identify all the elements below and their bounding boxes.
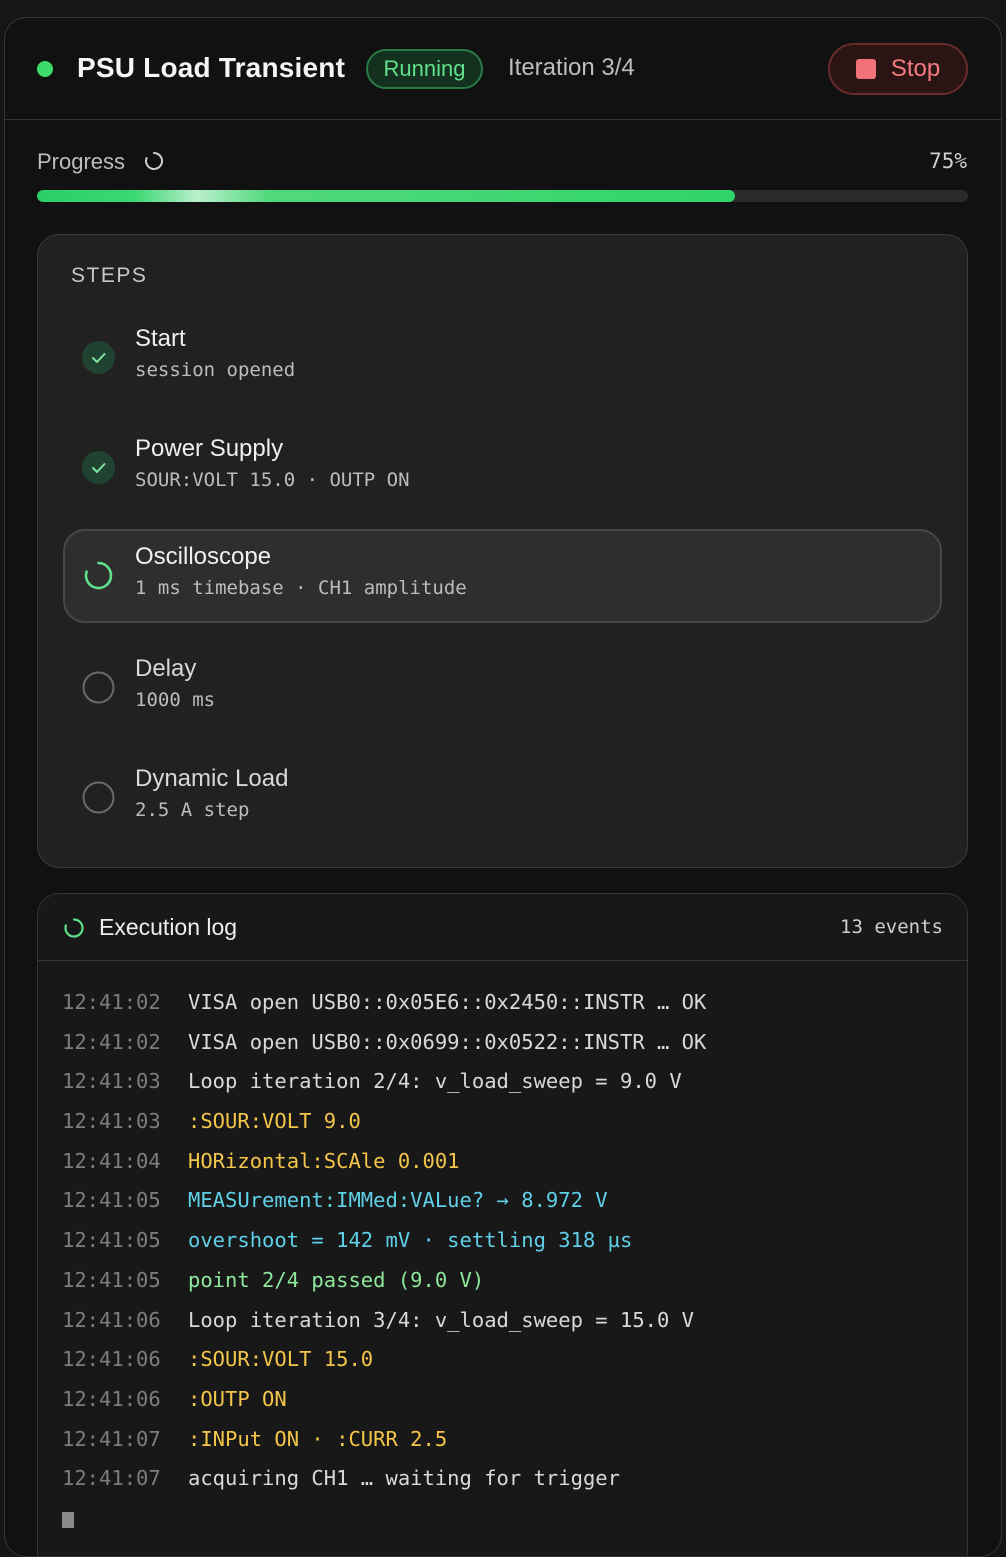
step-oscilloscope[interactable]: Oscilloscope 1 ms timebase · CH1 amplitu… — [63, 529, 942, 623]
terminal-cursor — [62, 1512, 74, 1528]
step-title: Power Supply — [135, 435, 284, 462]
step-delay[interactable]: Delay 1000 ms — [63, 641, 942, 735]
log-message: Loop iteration 2/4: v_load_sweep = 9.0 V — [188, 1069, 682, 1094]
status-dot-icon — [37, 61, 53, 77]
log-timestamp: 12:41:05 — [62, 1228, 161, 1253]
step-subtitle: SOUR:VOLT 15.0 · OUTP ON — [135, 469, 410, 491]
log-message: :INPut ON · :CURR 2.5 — [188, 1426, 448, 1451]
log-line: 12:41:06 :OUTP ON — [62, 1379, 962, 1419]
step-title: Delay — [135, 655, 197, 682]
step-title: Oscilloscope — [135, 543, 272, 570]
stop-button-label: Stop — [890, 55, 941, 82]
log-message: VISA open USB0::0x05E6::0x2450::INSTR … … — [188, 990, 707, 1014]
step-subtitle: 1000 ms — [135, 689, 216, 711]
step-dynamic-load[interactable]: Dynamic Load 2.5 A step — [63, 751, 942, 845]
check-circle-icon — [82, 451, 115, 484]
step-subtitle: 1 ms timebase · CH1 amplitude — [135, 577, 467, 599]
log-line: 12:41:05 overshoot = 142 mV · settling 31… — [62, 1220, 962, 1260]
step-power-supply[interactable]: Power Supply SOUR:VOLT 15.0 · OUTP ON — [63, 421, 942, 515]
status-badge: Running — [366, 49, 483, 89]
log-line: 12:41:06 :SOUR:VOLT 15.0 — [62, 1339, 962, 1379]
stop-button[interactable]: Stop — [828, 43, 968, 95]
log-title: Execution log — [99, 914, 238, 940]
run-header: PSU Load Transient Running Iteration 3/4… — [5, 18, 1001, 120]
progress-bar — [37, 190, 968, 202]
iteration-counter: Iteration 3/4 — [508, 54, 635, 81]
log-message: :SOUR:VOLT 15.0 — [188, 1347, 374, 1372]
log-timestamp: 12:41:02 — [62, 1029, 161, 1054]
progress-bar-fill — [37, 190, 736, 202]
log-message: VISA open USB0::0x0699::0x0522::INSTR … … — [188, 1029, 707, 1054]
progress-label: Progress — [37, 149, 126, 174]
stop-icon — [855, 59, 876, 79]
log-header: Execution log 13 events — [38, 894, 967, 961]
log-line: 12:41:05 MEASUrement:IMMed:VALue? → 8.972… — [62, 1180, 962, 1220]
log-timestamp: 12:41:04 — [62, 1148, 161, 1173]
log-line: 12:41:02 VISA open USB0::0x0699::0x0522::… — [62, 1022, 962, 1062]
log-message: acquiring CH1 … waiting for trigger — [188, 1466, 620, 1491]
step-title: Start — [135, 325, 186, 352]
log-timestamp: 12:41:02 — [62, 990, 161, 1014]
log-timestamp: 12:41:06 — [62, 1307, 161, 1332]
empty-circle-icon — [82, 671, 115, 704]
step-start[interactable]: Start session opened — [63, 311, 942, 405]
step-title: Dynamic Load — [135, 765, 289, 792]
check-circle-icon — [82, 341, 115, 374]
log-timestamp: 12:41:05 — [62, 1188, 161, 1213]
log-line: 12:41:02 VISA open USB0::0x05E6::0x2450::… — [62, 982, 962, 1022]
step-subtitle: session opened — [135, 359, 296, 381]
loading-spinner-icon — [145, 152, 163, 170]
execution-log[interactable]: Execution log 13 events 12:41:02 VISA ope… — [37, 893, 968, 1556]
log-timestamp: 12:41:03 — [62, 1109, 161, 1134]
loading-spinner-icon — [84, 561, 113, 590]
log-timestamp: 12:41:06 — [62, 1347, 161, 1372]
log-line: 12:41:03 :SOUR:VOLT 9.0 — [62, 1101, 962, 1141]
progress-percent: 75% — [929, 149, 967, 173]
log-message: point 2/4 passed (9.0 V) — [188, 1267, 485, 1292]
log-message: :OUTP ON — [188, 1386, 287, 1411]
log-line: 12:41:05 point 2/4 passed (9.0 V) — [62, 1260, 962, 1300]
run-title: PSU Load Transient — [77, 52, 346, 83]
log-line: 12:41:07 acquiring CH1 … waiting for trig… — [62, 1458, 962, 1498]
step-subtitle: 2.5 A step — [135, 799, 250, 821]
log-timestamp: 12:41:07 — [62, 1426, 161, 1451]
log-lines: 12:41:02 VISA open USB0::0x05E6::0x2450::… — [62, 982, 962, 1498]
log-timestamp: 12:41:05 — [62, 1267, 161, 1292]
log-line: 12:41:04 HORizontal:SCAle 0.001 — [62, 1141, 962, 1181]
log-message: :SOUR:VOLT 9.0 — [188, 1109, 361, 1134]
loading-spinner-icon — [64, 918, 84, 938]
log-line: 12:41:03 Loop iteration 2/4: v_load_sweep… — [62, 1061, 962, 1101]
steps-heading: STEPS — [71, 264, 148, 287]
log-line: 12:41:06 Loop iteration 3/4: v_load_sweep… — [62, 1300, 962, 1340]
log-message: HORizontal:SCAle 0.001 — [188, 1148, 460, 1173]
empty-circle-icon — [82, 781, 115, 814]
log-line: 12:41:07 :INPut ON · :CURR 2.5 — [62, 1419, 962, 1459]
log-message: Loop iteration 3/4: v_load_sweep = 15.0 … — [188, 1307, 695, 1332]
log-message: MEASUrement:IMMed:VALue? → 8.972 V — [188, 1188, 608, 1213]
log-timestamp: 12:41:06 — [62, 1386, 161, 1411]
log-message: overshoot = 142 mV · settling 318 µs — [188, 1228, 633, 1253]
steps-card: STEPS Start session opened Power Supply … — [37, 234, 968, 868]
log-timestamp: 12:41:03 — [62, 1069, 161, 1094]
run-panel: PSU Load Transient Running Iteration 3/4… — [4, 17, 1002, 1557]
log-event-count: 13 events — [840, 916, 943, 938]
log-timestamp: 12:41:07 — [62, 1466, 161, 1491]
